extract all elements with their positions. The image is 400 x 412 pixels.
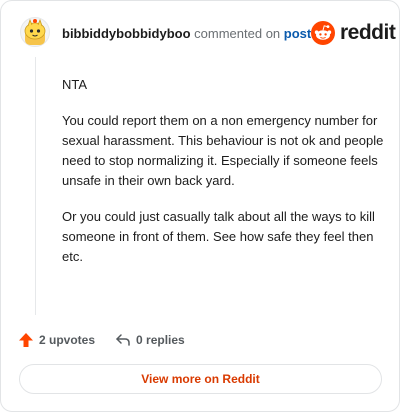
reply-arrow-icon bbox=[116, 334, 130, 346]
reddit-wordmark: reddit bbox=[340, 21, 396, 44]
view-more-button[interactable]: View more on Reddit bbox=[19, 364, 382, 394]
commented-on-label: commented on bbox=[194, 26, 281, 41]
comment-paragraph: You could report them on a non emergency… bbox=[62, 113, 384, 188]
comment-actions: 2 upvotes 0 replies bbox=[18, 332, 185, 348]
reddit-logo-icon bbox=[311, 21, 335, 45]
comment-body: NTA You could report them on a non emerg… bbox=[62, 75, 384, 283]
avatar[interactable] bbox=[20, 17, 50, 47]
replies-button[interactable]: 0 replies bbox=[115, 332, 185, 348]
reddit-logo[interactable]: reddit bbox=[311, 21, 396, 45]
embedded-comment-card: bibbiddybobbidyboo commented on post red… bbox=[0, 0, 400, 412]
comment-paragraph: NTA bbox=[62, 77, 88, 92]
reply-count: 0 replies bbox=[136, 333, 185, 347]
upvote-count: 2 upvotes bbox=[39, 333, 96, 347]
thread-line bbox=[35, 57, 36, 315]
username-link[interactable]: bibbiddybobbidyboo bbox=[62, 26, 191, 41]
upvote-button[interactable]: 2 upvotes bbox=[18, 332, 95, 348]
comment-header: bibbiddybobbidyboo commented on post bbox=[62, 26, 311, 42]
post-link[interactable]: post bbox=[284, 26, 311, 41]
upvote-arrow-icon bbox=[19, 333, 33, 347]
snoo-avatar-icon bbox=[20, 17, 50, 47]
comment-paragraph: Or you could just casually talk about al… bbox=[62, 209, 375, 264]
